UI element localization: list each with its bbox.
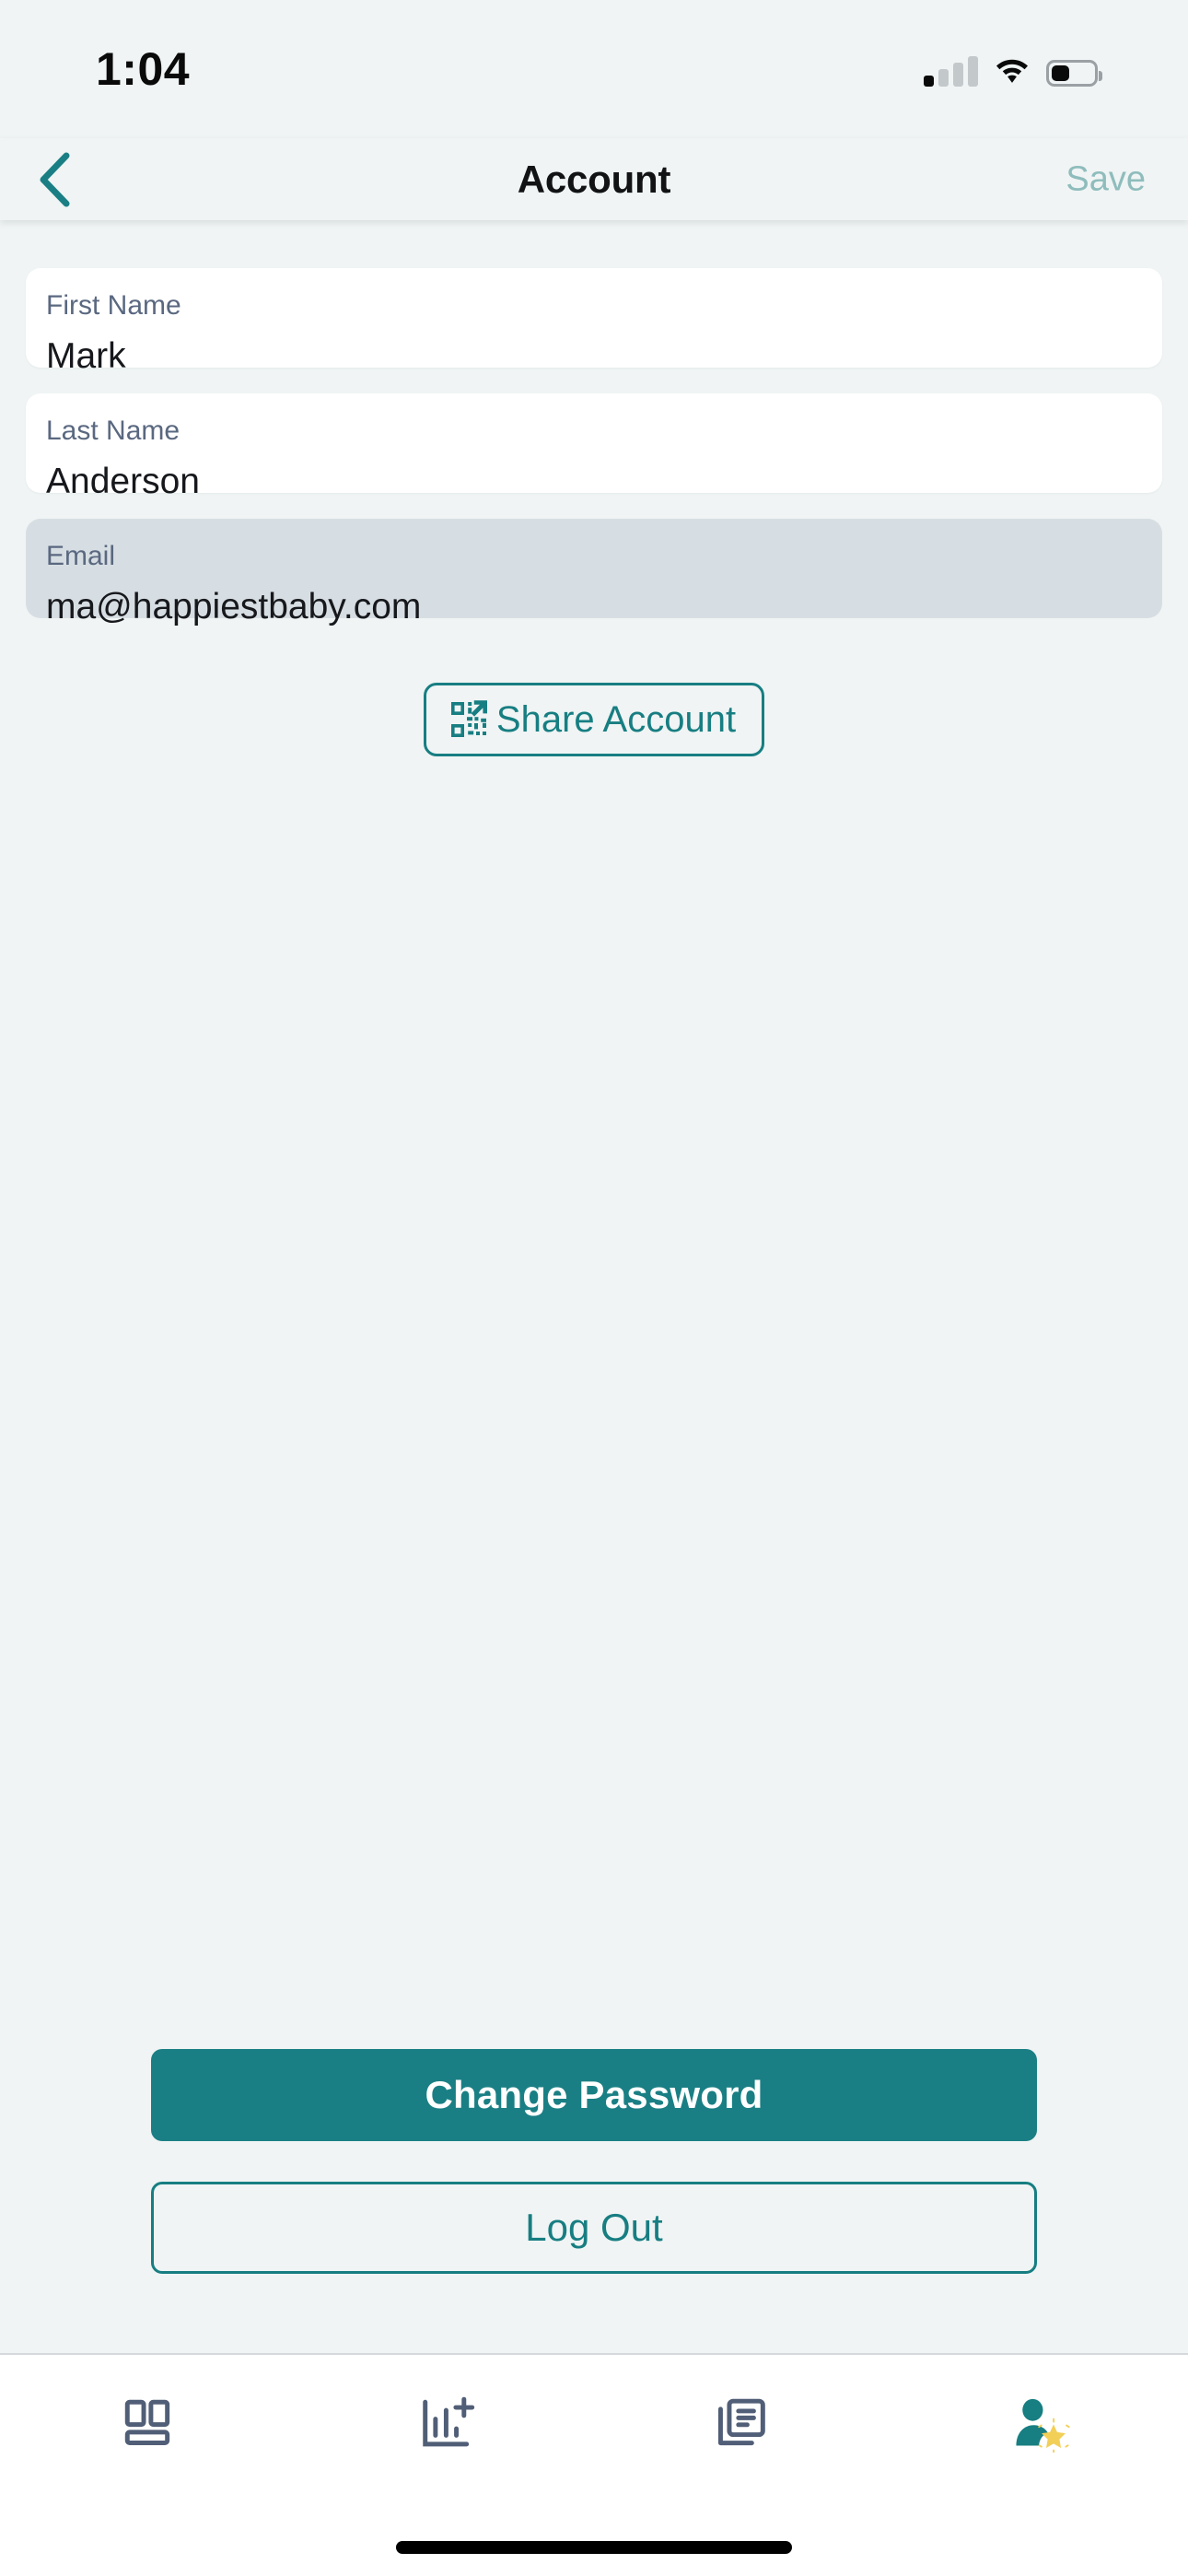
battery-icon bbox=[1046, 60, 1102, 87]
wifi-icon bbox=[996, 59, 1028, 83]
account-actions: Change Password Log Out bbox=[26, 2049, 1162, 2274]
documents-icon bbox=[718, 2398, 766, 2446]
home-indicator-area bbox=[0, 2519, 1188, 2576]
tab-profile[interactable] bbox=[891, 2381, 1188, 2467]
home-indicator[interactable] bbox=[396, 2541, 792, 2554]
share-account-row: Share Account bbox=[26, 683, 1162, 756]
bar-chart-plus-icon bbox=[423, 2396, 474, 2447]
navigation-bar: Account Save bbox=[0, 138, 1188, 220]
status-bar-indicators bbox=[924, 48, 1102, 87]
tab-activity[interactable] bbox=[297, 2381, 595, 2467]
qr-code-share-icon bbox=[450, 700, 487, 737]
email-label: Email bbox=[46, 541, 116, 571]
last-name-field[interactable]: Last Name bbox=[26, 393, 1162, 502]
dashboard-layout-icon bbox=[125, 2399, 170, 2445]
first-name-field[interactable]: First Name bbox=[26, 268, 1162, 377]
tab-dashboard[interactable] bbox=[0, 2381, 297, 2467]
status-bar: 1:04 bbox=[0, 0, 1188, 138]
profile-star-icon bbox=[1016, 2398, 1070, 2453]
share-account-button[interactable]: Share Account bbox=[423, 683, 765, 756]
log-out-button[interactable]: Log Out bbox=[151, 2182, 1037, 2274]
share-account-label: Share Account bbox=[495, 699, 737, 740]
email-field: Email bbox=[26, 519, 1162, 627]
email-input bbox=[46, 587, 1142, 627]
tab-articles[interactable] bbox=[594, 2381, 891, 2467]
cellular-signal-icon bbox=[924, 55, 978, 87]
account-form: First Name Last Name Email bbox=[0, 220, 1188, 2353]
save-button[interactable]: Save bbox=[1066, 159, 1146, 199]
app-screen: 1:04 Account Save First Name Mark Last N… bbox=[0, 0, 1188, 2576]
chevron-left-icon bbox=[40, 152, 70, 206]
status-bar-time: 1:04 bbox=[96, 43, 191, 95]
page-title: Account bbox=[517, 157, 671, 201]
bottom-tab-bar bbox=[0, 2353, 1188, 2519]
back-button[interactable] bbox=[18, 144, 90, 216]
first-name-label: First Name bbox=[46, 290, 181, 321]
change-password-button[interactable]: Change Password bbox=[151, 2049, 1037, 2141]
last-name-label: Last Name bbox=[46, 416, 181, 446]
